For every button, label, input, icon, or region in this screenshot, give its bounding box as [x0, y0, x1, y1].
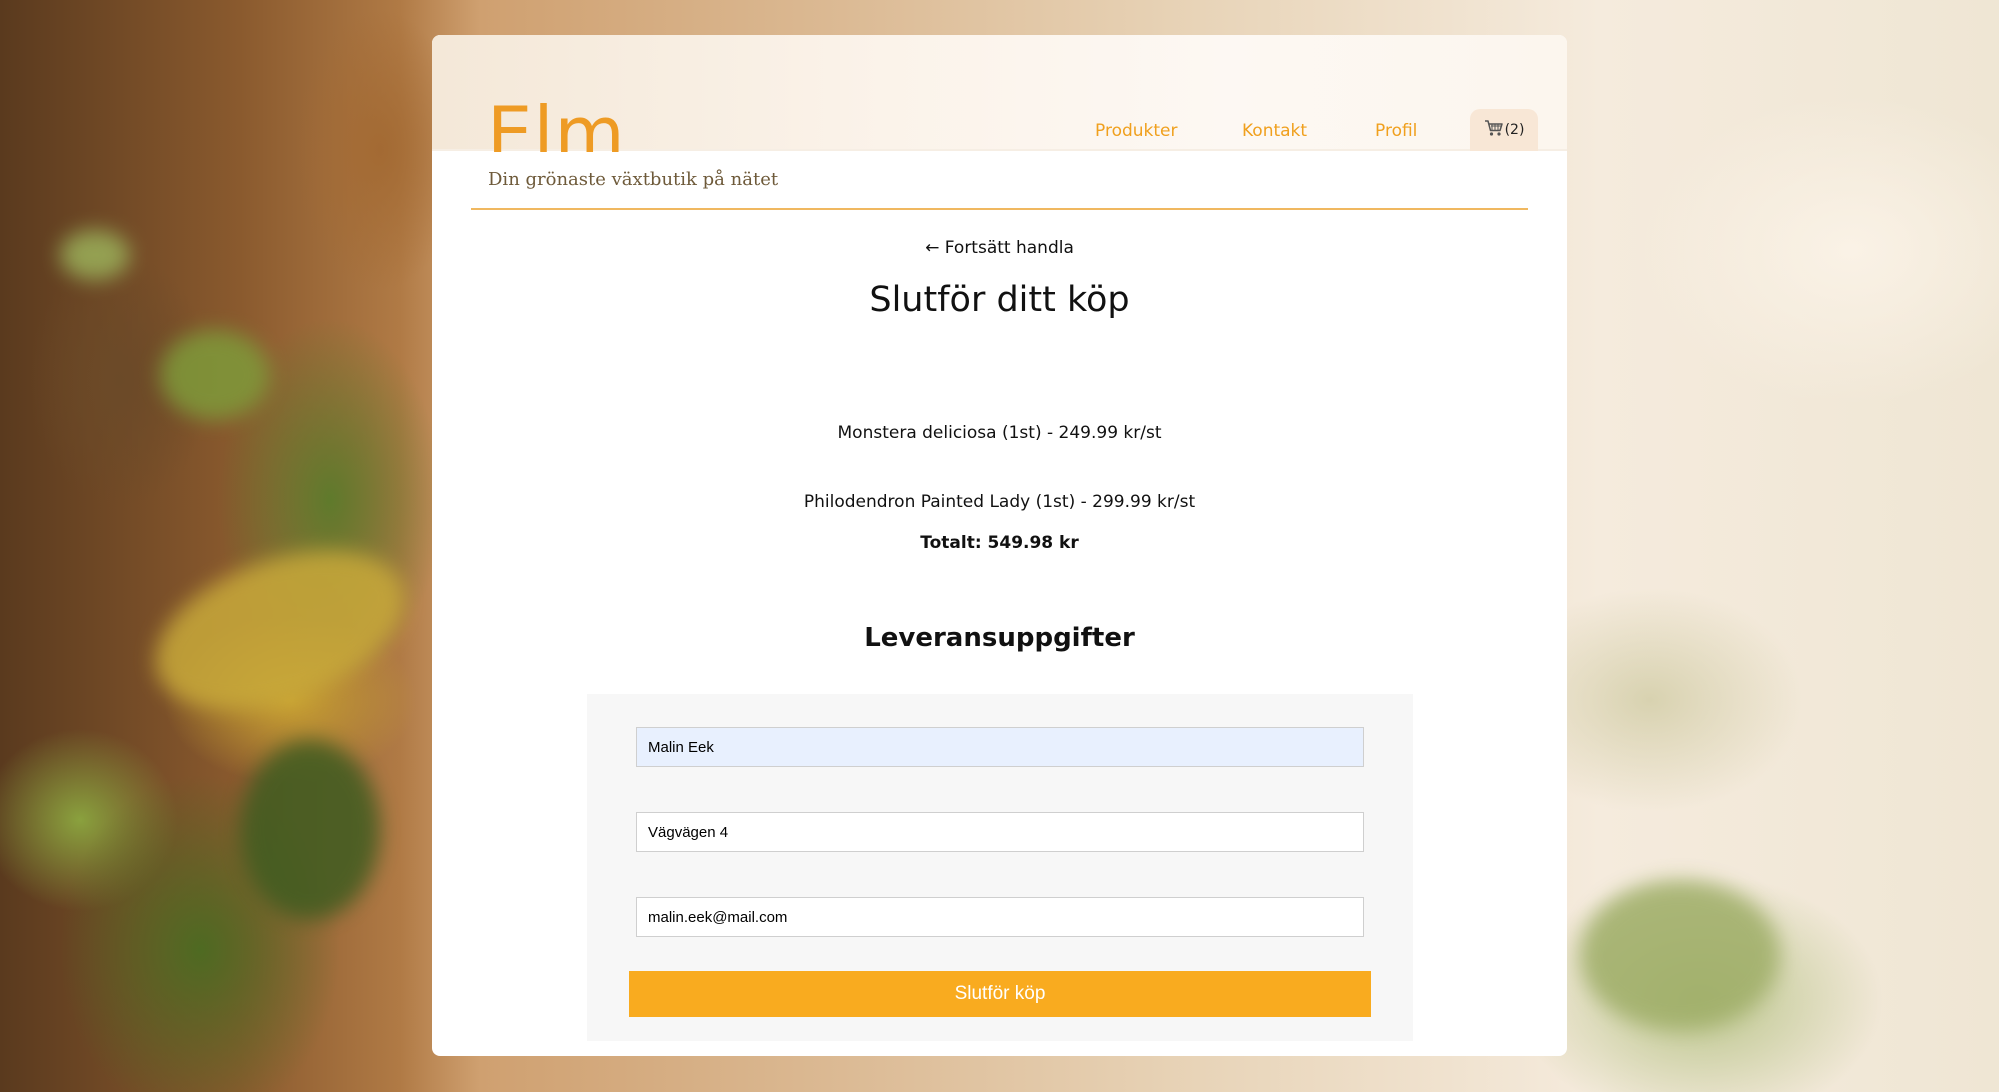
page-title: Slutför ditt köp: [869, 280, 1130, 320]
nav-profil[interactable]: Profil: [1375, 121, 1417, 141]
delivery-form: Slutför köp: [587, 694, 1413, 1041]
address-field[interactable]: [636, 812, 1364, 852]
background-leaf: [1580, 880, 1780, 1030]
email-field[interactable]: [636, 897, 1364, 937]
cart-count: (2): [1504, 122, 1525, 138]
continue-shopping-link[interactable]: ← Fortsätt handla: [432, 238, 1567, 258]
complete-purchase-button[interactable]: Slutför köp: [629, 971, 1371, 1017]
nav-kontakt[interactable]: Kontakt: [1242, 121, 1307, 141]
background-leaf: [60, 230, 130, 280]
shopping-cart-icon: [1484, 119, 1504, 141]
order-item: Philodendron Painted Lady (1st) - 299.99…: [803, 492, 1196, 512]
background-leaf: [160, 330, 270, 420]
nav-produkter[interactable]: Produkter: [1095, 121, 1178, 141]
site-tagline: Din grönaste växtbutik på nätet: [488, 169, 779, 190]
background-leaf: [133, 519, 427, 741]
background-leaf: [240, 740, 380, 920]
header-divider: [471, 208, 1528, 210]
name-field[interactable]: [636, 727, 1364, 767]
delivery-section-title: Leveransuppgifter: [864, 623, 1135, 653]
checkout-card: Elm Produkter Kontakt Profil (2) Din grö…: [432, 35, 1567, 1056]
cart-button[interactable]: (2): [1470, 109, 1538, 151]
order-item: Monstera deliciosa (1st) - 249.99 kr/st: [837, 423, 1162, 443]
site-logo[interactable]: Elm: [487, 90, 626, 152]
order-total: Totalt: 549.98 kr: [920, 533, 1079, 553]
